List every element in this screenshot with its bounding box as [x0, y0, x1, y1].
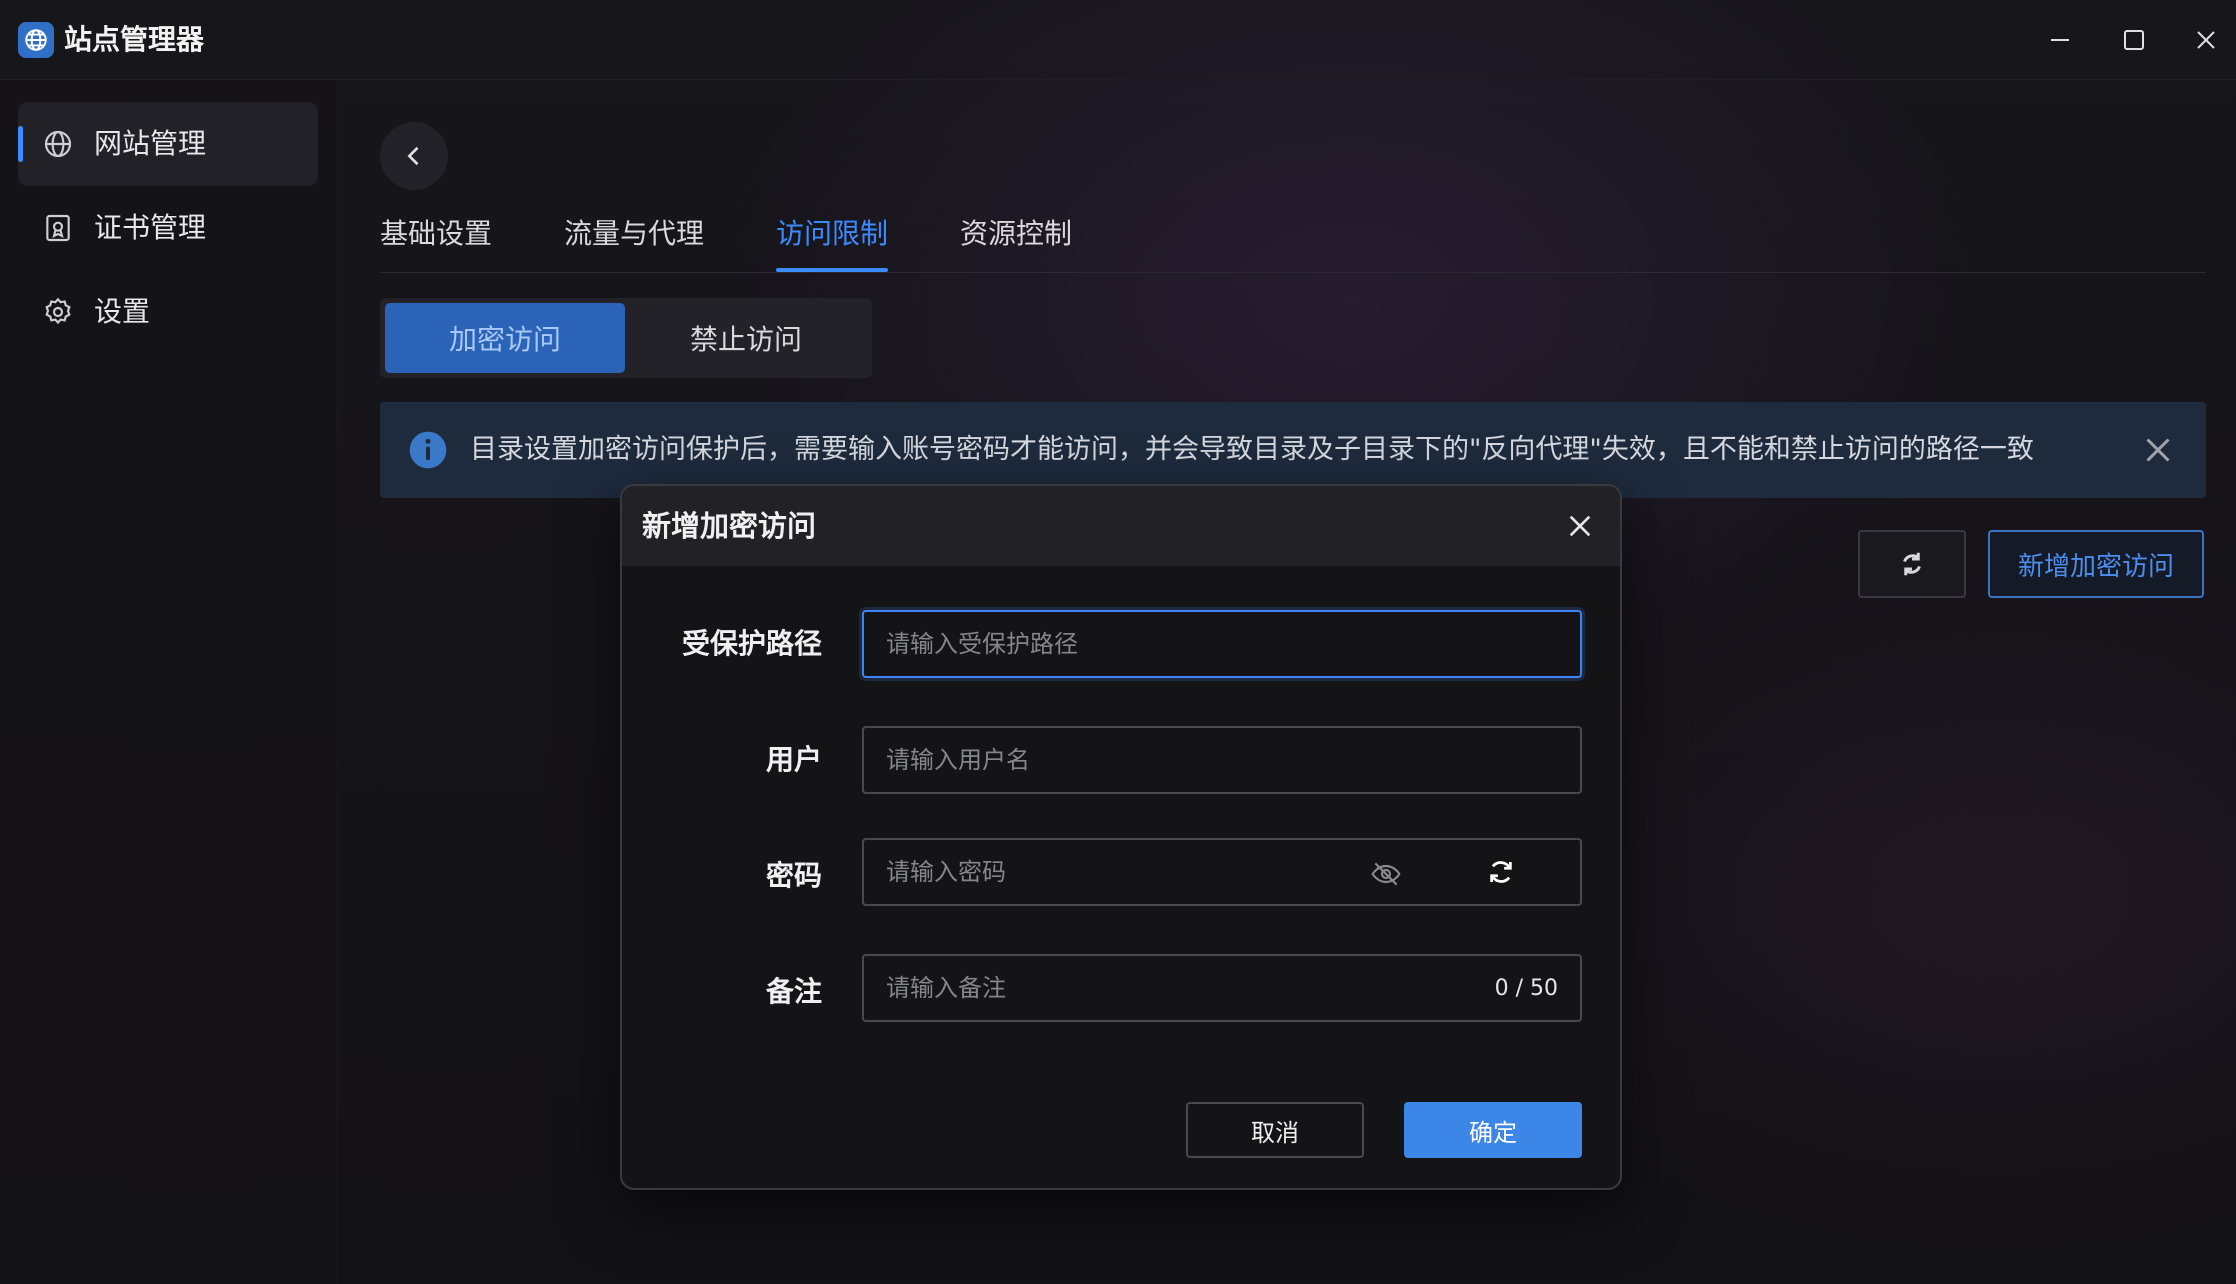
username-field[interactable]: [886, 728, 1580, 792]
username-input[interactable]: [862, 726, 1582, 794]
password-input[interactable]: [862, 838, 1424, 906]
note-field[interactable]: [886, 956, 1446, 1020]
tabs-divider: [380, 272, 2206, 273]
password-field[interactable]: [886, 840, 1346, 904]
protected-path-field[interactable]: [886, 612, 1580, 676]
alert-message: 目录设置加密访问保护后，需要输入账号密码才能访问，并会导致目录及子目录下的"反向…: [470, 434, 2034, 465]
segment-encrypted-access[interactable]: 加密访问: [385, 303, 625, 373]
minimize-icon[interactable]: [2040, 20, 2080, 60]
tab-resource-control[interactable]: 资源控制: [960, 206, 1072, 268]
note-label: 备注: [765, 975, 822, 1008]
chevron-left-icon: [407, 146, 419, 166]
sidebar-item-settings[interactable]: 设置: [18, 270, 318, 354]
maximize-icon[interactable]: [2114, 20, 2154, 60]
globe-icon: [44, 130, 72, 158]
sidebar-item-certificates[interactable]: 证书管理: [18, 186, 318, 270]
path-label: 受保护路径: [681, 627, 822, 660]
protected-path-input[interactable]: [862, 610, 1582, 678]
dialog-title: 新增加密访问: [642, 509, 817, 543]
password-label: 密码: [765, 859, 822, 892]
refresh-button[interactable]: [1858, 530, 1966, 598]
app-title: 站点管理器: [64, 23, 205, 56]
access-mode-segment: 加密访问 禁止访问: [380, 298, 872, 378]
sidebar: 网站管理 证书管理 设置: [0, 80, 338, 1284]
refresh-icon: [1903, 552, 1921, 576]
note-input[interactable]: 0 / 50: [862, 954, 1582, 1022]
sidebar-item-label: 设置: [94, 295, 151, 328]
close-icon[interactable]: [2186, 20, 2226, 60]
generate-password-button[interactable]: [1422, 838, 1582, 906]
close-icon[interactable]: [2140, 432, 2176, 468]
add-encrypted-access-dialog: 新增加密访问 受保护路径 用户 密码 备注 0 / 50 取消 确定: [620, 484, 1622, 1190]
tab-access-restriction[interactable]: 访问限制: [776, 206, 889, 272]
user-label: 用户: [765, 743, 822, 776]
sidebar-item-label: 证书管理: [94, 211, 207, 244]
title-bar: 站点管理器: [0, 0, 2236, 80]
tab-basic-settings[interactable]: 基础设置: [380, 206, 492, 268]
info-icon: [409, 431, 447, 469]
add-encrypted-access-button[interactable]: 新增加密访问: [1988, 530, 2204, 598]
back-button[interactable]: [380, 122, 448, 190]
refresh-icon: [1490, 861, 1512, 883]
globe-icon: [18, 22, 54, 58]
close-icon[interactable]: [1564, 510, 1596, 542]
certificate-icon: [46, 214, 70, 242]
tab-traffic-proxy[interactable]: 流量与代理: [564, 206, 704, 268]
confirm-button[interactable]: 确定: [1404, 1102, 1582, 1158]
char-counter: 0 / 50: [1494, 976, 1558, 1001]
sidebar-item-label: 网站管理: [94, 127, 207, 160]
dialog-header: 新增加密访问: [622, 486, 1620, 566]
eye-off-icon[interactable]: [1370, 858, 1402, 890]
active-marker: [18, 126, 23, 162]
segment-forbidden-access[interactable]: 禁止访问: [626, 303, 866, 373]
gear-icon: [45, 297, 71, 325]
cancel-button[interactable]: 取消: [1186, 1102, 1364, 1158]
sidebar-item-sites[interactable]: 网站管理: [18, 102, 318, 186]
